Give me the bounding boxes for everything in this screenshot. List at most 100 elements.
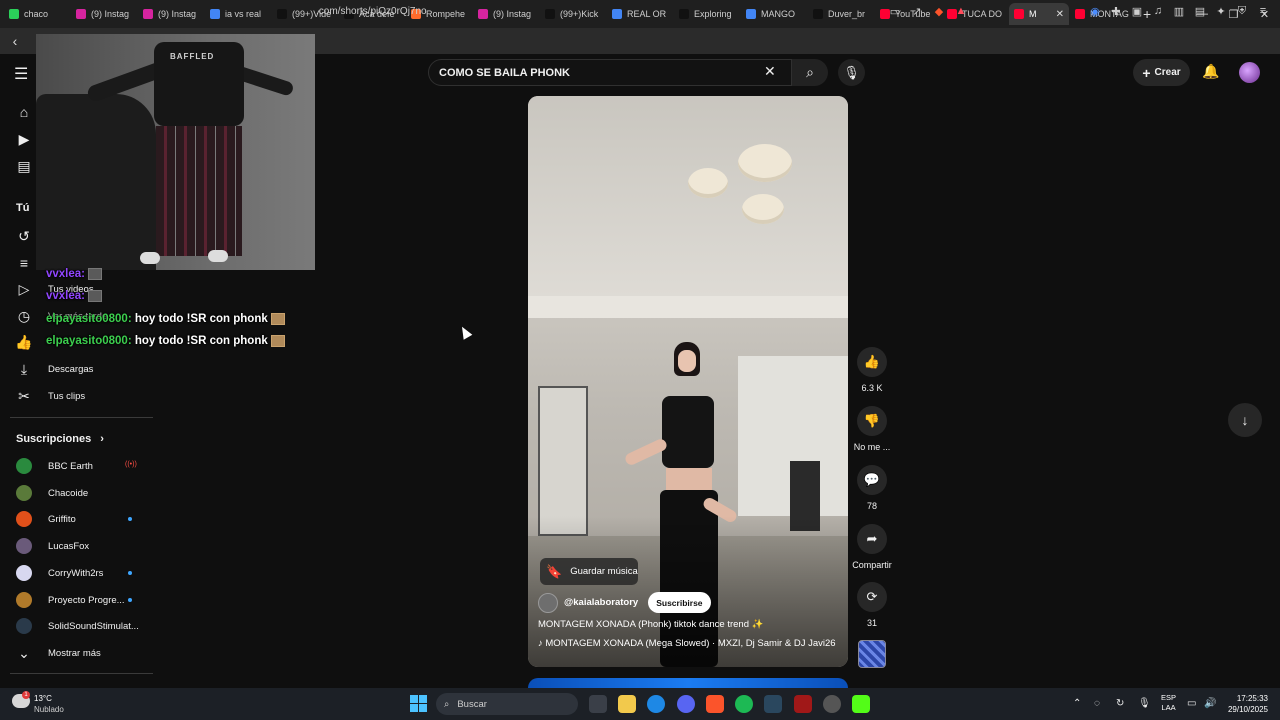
history-icon[interactable]: ↺	[16, 228, 32, 244]
share-button[interactable]: ➦	[857, 524, 887, 554]
edge-icon[interactable]	[647, 695, 665, 713]
clear-search-icon[interactable]: ✕	[764, 63, 776, 80]
share-page-icon[interactable]: ↗	[910, 4, 924, 18]
subscription-item[interactable]: BBC Earth	[48, 461, 93, 472]
system-clock[interactable]: 17:25:33 29/10/2025	[1226, 693, 1268, 715]
screenshot-icon[interactable]: ▣	[1130, 4, 1144, 18]
show-more-link[interactable]: Mostrar más	[48, 648, 101, 659]
subscription-item[interactable]: Griffito	[48, 514, 76, 525]
subscription-avatar[interactable]	[16, 484, 32, 501]
url-field[interactable]: .com/shorts/piQz0rQj7no	[316, 6, 427, 17]
playlists-icon[interactable]: ≡	[16, 255, 32, 271]
shorts-icon[interactable]: ▶	[16, 131, 32, 147]
task-view-icon[interactable]	[589, 695, 607, 713]
dislike-button[interactable]: 👎	[857, 406, 887, 436]
you-heading[interactable]: Tú	[16, 202, 29, 214]
chevron-down-icon[interactable]: ⌄	[16, 645, 32, 661]
cast-icon[interactable]: ▭	[888, 4, 902, 18]
browser-tab[interactable]: (9) Instag	[138, 3, 204, 25]
subscription-avatar[interactable]	[16, 564, 32, 581]
short-music-link[interactable]: ♪ MONTAGEM XONADA (Mega Slowed) · MXZI, …	[538, 638, 836, 649]
extensions-icon[interactable]: ✚	[1109, 4, 1123, 18]
weather-temperature[interactable]: 13°C	[34, 694, 52, 703]
browser-tab[interactable]: ia vs real	[205, 3, 271, 25]
file-explorer-icon[interactable]	[618, 695, 636, 713]
browser-menu-icon[interactable]: ≡	[1256, 4, 1270, 18]
tray-chevron-icon[interactable]: ⌃	[1073, 698, 1081, 709]
browser-tab[interactable]: (9) Instag	[473, 3, 539, 25]
spotify-icon[interactable]	[735, 695, 753, 713]
subscription-item[interactable]: SolidSoundStimulat...	[48, 621, 139, 632]
browser-tab[interactable]: MANGO	[741, 3, 807, 25]
app-icon[interactable]	[794, 695, 812, 713]
subscription-avatar[interactable]	[16, 591, 32, 608]
subscription-avatar[interactable]	[16, 618, 32, 635]
start-windows-icon[interactable]	[410, 695, 427, 712]
voice-search-button[interactable]: 🎙	[838, 59, 865, 86]
wallet2-icon[interactable]: ▤	[1193, 4, 1207, 18]
browser-tab[interactable]: REAL OR	[607, 3, 673, 25]
music-icon[interactable]: ♫	[1151, 4, 1165, 18]
account-avatar[interactable]	[1239, 62, 1260, 83]
short-title[interactable]: MONTAGEM XONADA (Phonk) tiktok dance tre…	[538, 619, 763, 630]
watch-later-icon[interactable]: ◷	[16, 308, 32, 324]
brave-rewards-icon[interactable]: ▲	[954, 4, 968, 18]
subscribe-button[interactable]: Suscribirse	[648, 592, 711, 613]
search-button[interactable]: ⌕	[792, 59, 828, 86]
subscription-item[interactable]: Proyecto Progre...	[48, 595, 125, 606]
back-icon[interactable]: ‹	[0, 33, 30, 49]
notifications-bell-icon[interactable]: 🔔	[1202, 63, 1219, 80]
liked-videos-icon[interactable]: 👍	[15, 334, 32, 350]
vpn-icon[interactable]: ⛨	[1235, 4, 1249, 18]
brave-icon[interactable]	[706, 695, 724, 713]
wallet-icon[interactable]: ◉	[1088, 4, 1102, 18]
browser-tab[interactable]: Duver_br	[808, 3, 874, 25]
downloads-icon[interactable]: ⤓	[16, 361, 32, 377]
browser-tab[interactable]: (9) Instag	[71, 3, 137, 25]
hamburger-menu-icon[interactable]: ☰	[14, 64, 34, 83]
subscriptions-heading[interactable]: Suscripciones ›	[16, 433, 104, 445]
steam-icon[interactable]	[764, 695, 782, 713]
subscription-item[interactable]: CorryWith2rs	[48, 568, 103, 579]
next-short-button[interactable]: ↓	[1228, 403, 1262, 437]
subscription-item[interactable]: LucasFox	[48, 541, 89, 552]
subscriptions-icon[interactable]: ▤	[16, 158, 32, 174]
channel-name[interactable]: @kaialaboratory	[564, 597, 638, 608]
home-icon[interactable]: ⌂	[16, 104, 32, 120]
obs-icon[interactable]	[823, 695, 841, 713]
remix-button[interactable]: ⟳	[857, 582, 887, 612]
tray-refresh-icon[interactable]: ↻	[1116, 698, 1124, 709]
weather-description[interactable]: Nublado	[34, 705, 64, 714]
subscription-avatar[interactable]	[16, 511, 32, 528]
tray-app-icon[interactable]: ◌	[1094, 698, 1100, 709]
save-music-button[interactable]: 🔖 Guardar música	[540, 558, 638, 585]
subscription-avatar[interactable]	[16, 458, 32, 474]
close-tab-icon[interactable]: ✕	[1056, 9, 1064, 20]
browser-tab[interactable]: M ✕	[1009, 3, 1069, 25]
search-input[interactable]: COMO SE BAILA PHONK	[428, 59, 792, 86]
channel-avatar[interactable]	[538, 592, 558, 613]
volume-icon[interactable]: 🔊	[1204, 698, 1216, 709]
network-icon[interactable]: ▭	[1187, 698, 1196, 709]
your-videos-icon[interactable]: ▷	[16, 281, 32, 297]
clips-icon[interactable]: ✂	[16, 388, 32, 404]
browser-tab[interactable]: chaco	[4, 3, 70, 25]
comments-button[interactable]: 💬	[857, 465, 887, 495]
leo-ai-icon[interactable]: ✦	[1214, 4, 1228, 18]
kick-icon[interactable]	[852, 695, 870, 713]
language-indicator[interactable]: ESP LAA	[1161, 693, 1176, 713]
audio-thumbnail[interactable]	[858, 640, 886, 668]
subscription-item[interactable]: Chacoide	[48, 488, 88, 499]
browser-tab[interactable]: Exploring	[674, 3, 740, 25]
taskbar-search[interactable]: ⌕ Buscar	[436, 693, 578, 715]
sidebar-item-clips[interactable]: Tus clips	[48, 391, 85, 402]
browser-tab[interactable]: (99+)Kick	[540, 3, 606, 25]
subscription-avatar[interactable]	[16, 538, 32, 555]
sidebar-toggle-icon[interactable]: ▥	[1172, 4, 1186, 18]
tray-mic-icon[interactable]: 🎙	[1138, 698, 1151, 709]
sidebar-item-downloads[interactable]: Descargas	[48, 364, 93, 375]
create-button[interactable]: + Crear	[1133, 59, 1190, 86]
like-button[interactable]: 👍	[857, 347, 887, 377]
brave-shield-icon[interactable]: ◆	[932, 4, 946, 18]
discord-icon[interactable]	[677, 695, 695, 713]
